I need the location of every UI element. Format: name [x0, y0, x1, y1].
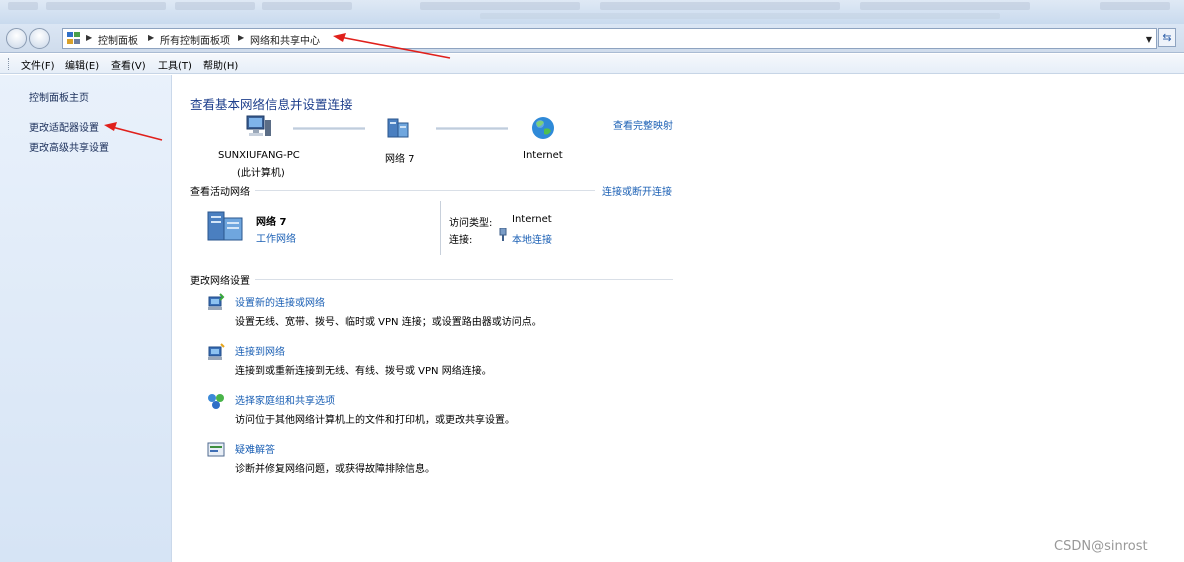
crumb-separator-icon: ▶	[148, 33, 155, 42]
blur-block	[175, 2, 255, 10]
connection-line	[436, 127, 508, 130]
crumb-separator-icon: ▶	[86, 33, 93, 42]
crumb-separator-icon: ▶	[238, 33, 245, 42]
computer-name: SUNXIUFANG-PC	[218, 150, 300, 161]
network-type-link[interactable]: 工作网络	[256, 230, 296, 245]
connect-disconnect-link[interactable]: 连接或断开连接	[602, 183, 672, 198]
address-bar[interactable]: ▶ 控制面板 ▶ 所有控制面板项 ▶ 网络和共享中心 ▼	[62, 28, 1157, 49]
crumb-all-items[interactable]: 所有控制面板项	[160, 32, 230, 47]
crumb-control-panel[interactable]: 控制面板	[98, 32, 138, 47]
map-network-name: 网络 7	[385, 154, 415, 165]
blur-block	[8, 2, 38, 10]
task-homegroup-link[interactable]: 选择家庭组和共享选项	[235, 392, 335, 407]
network-icon	[387, 118, 409, 138]
access-type-value: Internet	[512, 214, 552, 225]
forward-button[interactable]	[29, 28, 50, 49]
sidebar-item-home[interactable]: 控制面板主页	[29, 89, 89, 104]
refresh-icon[interactable]: ⇆	[1158, 28, 1176, 47]
globe-icon	[532, 117, 554, 139]
blur-block	[420, 2, 580, 10]
computer-icon	[246, 115, 271, 136]
access-type-label: 访问类型:	[449, 218, 493, 229]
window-title-strip	[0, 0, 1184, 24]
blur-block	[46, 2, 166, 10]
homegroup-icon	[208, 394, 224, 409]
divider	[255, 279, 673, 280]
task-new-connection-desc: 设置无线、宽带、拨号、临时或 VPN 连接；或设置路由器或访问点。	[235, 317, 542, 328]
watermark: CSDN@sinrost	[1054, 539, 1148, 554]
menu-edit[interactable]: 编辑(E)	[65, 57, 99, 72]
local-connection-link[interactable]: 本地连接	[512, 231, 552, 246]
crumb-network-center[interactable]: 网络和共享中心	[250, 32, 320, 47]
work-network-icon	[207, 211, 243, 241]
chevron-down-icon[interactable]: ▼	[1146, 35, 1152, 44]
control-panel-icon	[67, 32, 80, 44]
menu-file[interactable]: 文件(F)	[21, 57, 55, 72]
connect-network-icon	[208, 343, 225, 360]
menu-help[interactable]: 帮助(H)	[203, 57, 238, 72]
menu-bar: 文件(F) 编辑(E) 查看(V) 工具(T) 帮助(H)	[0, 54, 1184, 74]
blur-block	[480, 13, 1000, 19]
ethernet-plug-icon	[499, 228, 507, 241]
back-button[interactable]	[6, 28, 27, 49]
connection-line	[293, 127, 365, 130]
full-map-link[interactable]: 查看完整映射	[613, 117, 673, 132]
toolbar-grip	[8, 58, 10, 70]
task-troubleshoot-link[interactable]: 疑难解答	[235, 441, 275, 456]
main-content: 查看基本网络信息并设置连接 查看完整映射 SUNXIUFANG-PC (此计算机…	[173, 75, 1184, 562]
task-troubleshoot-desc: 诊断并修复网络问题，或获得故障排除信息。	[235, 464, 435, 475]
active-network-name: 网络 7	[256, 217, 287, 228]
menu-tools[interactable]: 工具(T)	[158, 57, 192, 72]
task-connect-network-desc: 连接到或重新连接到无线、有线、拨号或 VPN 网络连接。	[235, 366, 492, 377]
troubleshoot-icon	[207, 442, 225, 457]
connection-label: 连接:	[449, 235, 473, 246]
task-pane: 控制面板主页 更改适配器设置 更改高级共享设置	[0, 75, 172, 562]
computer-sub: (此计算机)	[237, 168, 285, 179]
section-active-networks: 查看活动网络	[190, 187, 250, 198]
menu-view[interactable]: 查看(V)	[111, 57, 146, 72]
blur-block	[1100, 2, 1170, 10]
map-internet: Internet	[523, 150, 563, 161]
blur-block	[262, 2, 352, 10]
task-connect-network-link[interactable]: 连接到网络	[235, 343, 285, 358]
new-connection-icon	[208, 293, 225, 310]
task-new-connection-link[interactable]: 设置新的连接或网络	[235, 294, 325, 309]
address-row: ▶ 控制面板 ▶ 所有控制面板项 ▶ 网络和共享中心 ▼	[0, 24, 1184, 53]
section-change-settings: 更改网络设置	[190, 276, 250, 287]
sidebar-item-advanced-sharing[interactable]: 更改高级共享设置	[29, 139, 109, 154]
page-title: 查看基本网络信息并设置连接	[190, 97, 353, 112]
blur-block	[860, 2, 1030, 10]
divider	[255, 190, 595, 191]
blur-block	[600, 2, 840, 10]
divider	[440, 201, 441, 255]
sidebar-item-adapter-settings[interactable]: 更改适配器设置	[29, 119, 99, 134]
task-homegroup-desc: 访问位于其他网络计算机上的文件和打印机，或更改共享设置。	[235, 415, 515, 426]
